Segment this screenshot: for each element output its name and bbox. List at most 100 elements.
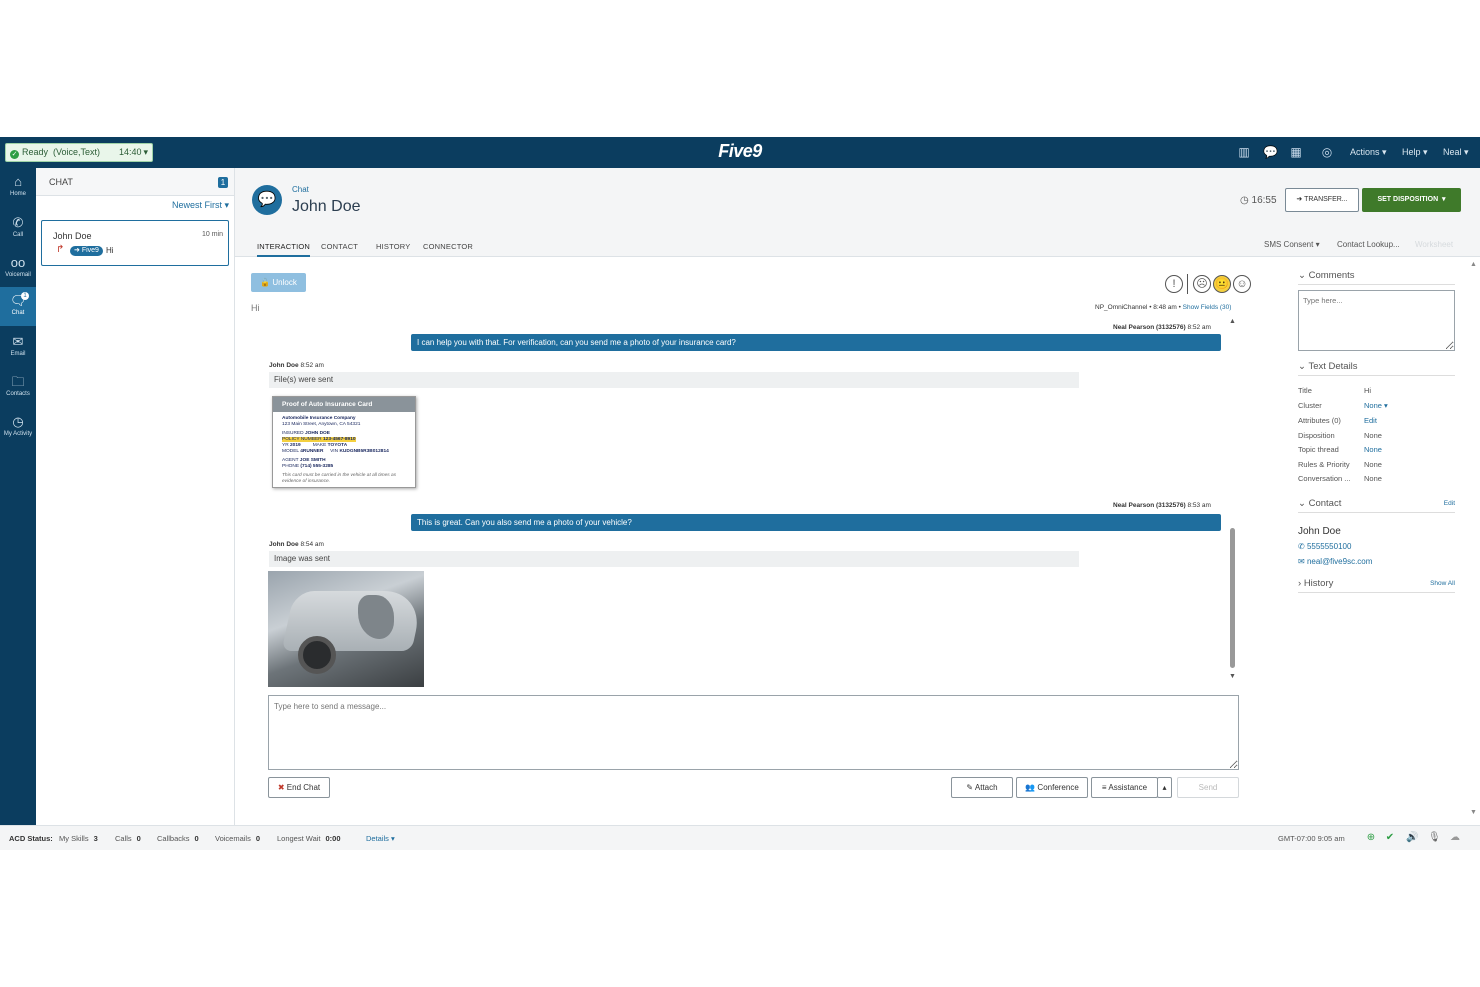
phone-icon: ✆: [1298, 542, 1305, 551]
contact-edit-link[interactable]: Edit: [1444, 500, 1455, 507]
vehicle-wheel: [298, 636, 336, 674]
help-menu[interactable]: Help ▾: [1402, 147, 1428, 158]
comments-input[interactable]: [1298, 290, 1455, 351]
initial-message: Hi: [251, 303, 260, 313]
neutral-sentiment-icon[interactable]: 😐: [1213, 275, 1231, 293]
contact-lookup-link[interactable]: Contact Lookup...: [1337, 240, 1400, 249]
assistance-button[interactable]: ≡ Assistance: [1091, 777, 1158, 798]
add-status-icon[interactable]: ⊕: [1365, 832, 1377, 844]
nav-contacts[interactable]: 🗀 Contacts: [0, 368, 36, 407]
sentiment-divider: [1187, 274, 1188, 294]
user-menu[interactable]: Neal ▾: [1443, 147, 1469, 158]
status-channels: (Voice,Text): [53, 147, 101, 157]
interaction-type: Chat: [292, 185, 309, 194]
chat-list-panel: CHAT 1 Newest First ▾ John Doe 10 min ↱ …: [36, 168, 235, 825]
worksheet-link[interactable]: Worksheet: [1415, 240, 1453, 249]
agent-status-dropdown[interactable]: ✓ Ready (Voice,Text) 14:40 ▾: [5, 143, 153, 162]
folder-icon: 🗀: [11, 374, 25, 389]
panel-scroll-down-icon[interactable]: ▼: [1470, 809, 1477, 816]
unlock-button[interactable]: 🔓 Unlock: [251, 273, 306, 292]
sms-consent-dropdown[interactable]: SMS Consent ▾: [1264, 240, 1320, 249]
top-bar: ✓ Ready (Voice,Text) 14:40 ▾ Five9 ▥ 💬 ▦ …: [0, 137, 1480, 168]
paperclip-icon: ✎: [966, 783, 974, 792]
left-nav: ⌂ Home ✆ Call oo Voicemail 🗨 1 Chat ✉ Email 🗀 C…: [0, 168, 36, 825]
detail-key: Cluster: [1298, 401, 1322, 410]
five9-agent-desktop: ✓ Ready (Voice,Text) 14:40 ▾ Five9 ▥ 💬 ▦ …: [0, 137, 1480, 850]
detail-key: Title: [1298, 386, 1312, 395]
contact-section-header[interactable]: ⌄ Contact Edit: [1298, 498, 1455, 513]
chat-scrollbar-thumb[interactable]: [1230, 528, 1235, 668]
history-section-header[interactable]: › History Show All: [1298, 578, 1455, 593]
panel-scroll-up-icon[interactable]: ▲: [1470, 261, 1477, 268]
history-show-all-link[interactable]: Show All: [1430, 580, 1455, 587]
microphone-icon[interactable]: 🎙: [1428, 832, 1441, 844]
vehicle-photo[interactable]: [268, 571, 424, 687]
chat-list-title: CHAT: [49, 177, 73, 187]
alert-sentiment-icon[interactable]: !: [1165, 275, 1183, 293]
end-chat-button[interactable]: ✖ End Chat: [268, 777, 330, 798]
contact-phone-link[interactable]: ✆ 5555550100: [1298, 542, 1351, 551]
topic-thread-link[interactable]: None: [1364, 445, 1382, 454]
conference-button[interactable]: 👥 Conference: [1016, 777, 1088, 798]
ready-check-icon: ✓: [10, 150, 19, 159]
tab-contact[interactable]: CONTACT: [321, 242, 358, 251]
nav-home[interactable]: ⌂ Home: [0, 168, 36, 207]
tab-history[interactable]: HISTORY: [376, 242, 410, 251]
tab-interaction[interactable]: INTERACTION: [257, 242, 311, 257]
contact-email-link[interactable]: ✉ neal@five9sc.com: [1298, 557, 1372, 566]
send-button[interactable]: Send: [1177, 777, 1239, 798]
scroll-up-arrow-icon[interactable]: ▲: [1229, 318, 1236, 325]
chat-item-time: 10 min: [201, 231, 223, 238]
calendar-icon[interactable]: ▦: [1289, 145, 1303, 159]
channel-tag: ➜ Five9: [70, 246, 103, 256]
set-disposition-button[interactable]: SET DISPOSITION ▾: [1362, 188, 1461, 212]
clock-readout: GMT-07:00 9:05 am: [1278, 834, 1345, 843]
nav-my-activity[interactable]: ◷ My Activity: [0, 408, 36, 447]
detail-value: None: [1364, 431, 1382, 440]
nav-chat[interactable]: 🗨 1 Chat: [0, 287, 36, 326]
nav-email[interactable]: ✉ Email: [0, 328, 36, 367]
chat-list-item[interactable]: John Doe 10 min ↱ ➜ Five9 Hi: [41, 220, 229, 266]
tab-connector[interactable]: CONNECTOR: [423, 242, 473, 251]
text-details-section-header[interactable]: ⌄ Text Details: [1298, 361, 1455, 376]
nav-voicemail[interactable]: oo Voicemail: [0, 249, 36, 288]
chat-item-preview: Hi: [106, 246, 114, 255]
book-icon[interactable]: ▥: [1237, 145, 1251, 159]
chat-list-count: 1: [218, 177, 228, 188]
email-icon: ✉: [1298, 557, 1305, 566]
connected-check-icon[interactable]: ✔: [1384, 832, 1396, 844]
actions-menu[interactable]: Actions ▾: [1350, 147, 1387, 158]
transfer-button[interactable]: ➜ TRANSFER...: [1285, 188, 1359, 212]
customer-message-meta: John Doe 8:54 am: [269, 541, 324, 548]
nav-call[interactable]: ✆ Call: [0, 209, 36, 248]
cluster-dropdown[interactable]: None ▾: [1364, 401, 1388, 410]
detail-key: Conversation ...: [1298, 474, 1351, 483]
agent-message-meta: Neal Pearson (3132576) 8:53 am: [1113, 502, 1211, 509]
assistance-dropdown-toggle[interactable]: ▴: [1157, 777, 1172, 798]
add-user-icon: 👥: [1025, 783, 1036, 792]
speaker-icon[interactable]: 🔊: [1406, 832, 1418, 844]
longest-wait-stat: Longest Wait 0:00: [277, 834, 341, 843]
detail-key: Topic thread: [1298, 445, 1339, 454]
attributes-edit-link[interactable]: Edit: [1364, 416, 1377, 425]
agent-message: I can help you with that. For verificati…: [411, 334, 1221, 351]
my-skills-stat: My Skills 3: [59, 834, 98, 843]
comments-section-header[interactable]: ⌄ Comments: [1298, 270, 1455, 285]
email-icon: ✉: [12, 334, 24, 349]
detail-key: Attributes (0): [1298, 416, 1341, 425]
customer-message: Image was sent: [269, 551, 1079, 567]
show-fields-link[interactable]: Show Fields (30): [1183, 304, 1232, 311]
negative-sentiment-icon[interactable]: ☹: [1193, 275, 1211, 293]
scroll-down-arrow-icon[interactable]: ▼: [1229, 673, 1236, 680]
chat-bubble-icon[interactable]: 💬: [1263, 145, 1278, 159]
sort-dropdown[interactable]: Newest First ▾: [172, 200, 229, 211]
positive-sentiment-icon[interactable]: ☺: [1233, 275, 1251, 293]
broadcast-icon[interactable]: ◎: [1320, 145, 1334, 159]
agent-message: This is great. Can you also send me a ph…: [411, 514, 1221, 531]
insurance-card-image[interactable]: Proof of Auto Insurance Card Automobile …: [272, 396, 416, 488]
list-icon: ≡: [1101, 783, 1107, 792]
attach-button[interactable]: ✎ Attach: [951, 777, 1013, 798]
cloud-icon[interactable]: ☁: [1449, 832, 1461, 844]
message-input[interactable]: [268, 695, 1239, 770]
details-dropdown[interactable]: Details ▾: [366, 834, 395, 843]
